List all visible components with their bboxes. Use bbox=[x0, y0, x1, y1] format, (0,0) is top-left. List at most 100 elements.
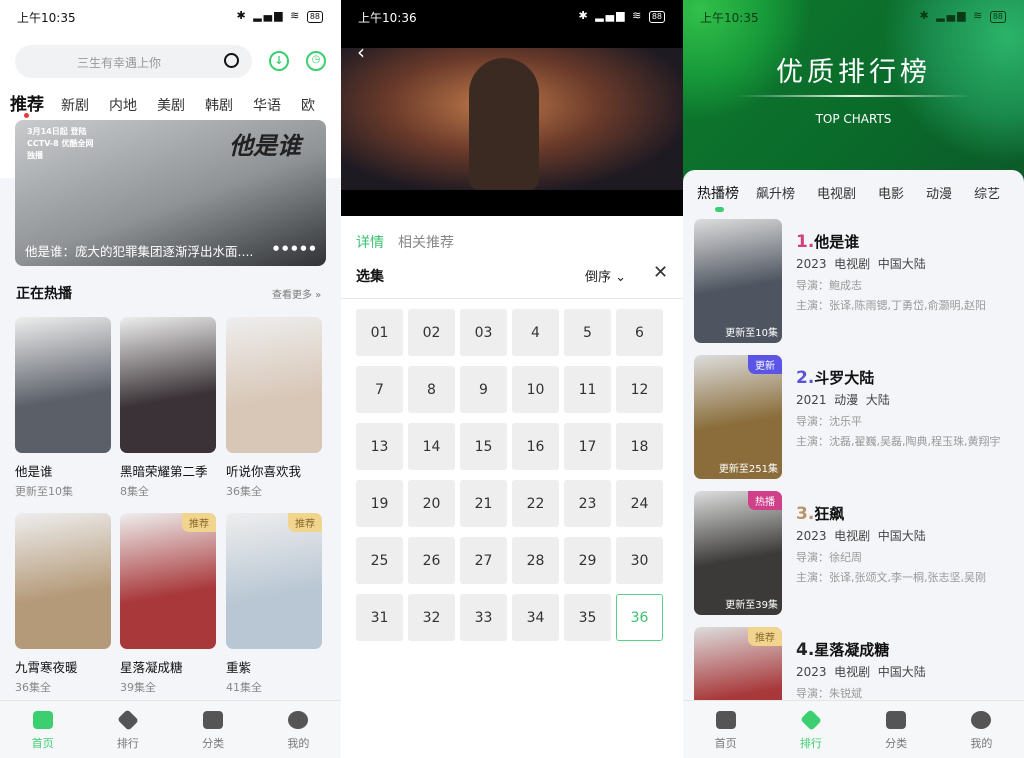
search-placeholder: 三生有幸遇上你 bbox=[77, 56, 162, 70]
episode-button[interactable]: 24 bbox=[616, 480, 663, 527]
episode-button[interactable]: 12 bbox=[616, 366, 663, 413]
ranking-title[interactable]: 4.星落凝成糖 bbox=[796, 639, 889, 660]
episode-button[interactable]: 10 bbox=[512, 366, 559, 413]
episode-button[interactable]: 18 bbox=[616, 423, 663, 470]
tab-6[interactable]: 欧 bbox=[301, 98, 315, 114]
episode-button[interactable]: 19 bbox=[356, 480, 403, 527]
ranking-title[interactable]: 2.斗罗大陆 bbox=[796, 367, 874, 388]
episode-button[interactable]: 7 bbox=[356, 366, 403, 413]
active-tab-dot bbox=[24, 113, 29, 118]
episode-button[interactable]: 33 bbox=[460, 594, 507, 641]
episode-button[interactable]: 8 bbox=[408, 366, 455, 413]
show-title[interactable]: 他是谁 bbox=[15, 461, 53, 480]
episode-button[interactable]: 21 bbox=[460, 480, 507, 527]
episode-button[interactable]: 20 bbox=[408, 480, 455, 527]
sort-order-dropdown[interactable]: 倒序 ⌄ bbox=[585, 266, 626, 285]
show-title[interactable]: 听说你喜欢我 bbox=[226, 461, 301, 480]
chart-tab-2[interactable]: 电视剧 bbox=[817, 187, 856, 202]
chart-tab-5[interactable]: 综艺 bbox=[974, 187, 1000, 202]
episode-button[interactable]: 02 bbox=[408, 309, 455, 356]
episode-button[interactable]: 35 bbox=[564, 594, 611, 641]
back-icon[interactable]: ‹ bbox=[357, 40, 365, 64]
tab-3[interactable]: 美剧 bbox=[157, 98, 185, 114]
episode-button[interactable]: 5 bbox=[564, 309, 611, 356]
show-title[interactable]: 九霄寒夜暖 bbox=[15, 657, 78, 676]
episode-button[interactable]: 14 bbox=[408, 423, 455, 470]
tab-2[interactable]: 内地 bbox=[109, 98, 137, 114]
search-input[interactable]: 三生有幸遇上你 bbox=[15, 45, 252, 78]
show-episode-status: 更新至10集 bbox=[15, 485, 73, 498]
episode-button[interactable]: 36 bbox=[616, 594, 663, 641]
nav-profile[interactable]: 我的 bbox=[256, 701, 341, 758]
show-poster[interactable]: 更新 更新至251集 bbox=[694, 355, 782, 479]
show-title[interactable]: 黑暗荣耀第二季 bbox=[120, 461, 208, 480]
download-icon[interactable]: ↓ bbox=[269, 51, 289, 71]
episode-button[interactable]: 13 bbox=[356, 423, 403, 470]
show-title[interactable]: 星落凝成糖 bbox=[120, 657, 183, 676]
ranking-title[interactable]: 3.狂飙 bbox=[796, 503, 844, 524]
episode-button[interactable]: 23 bbox=[564, 480, 611, 527]
ranking-title[interactable]: 1.他是谁 bbox=[796, 231, 859, 252]
episode-button[interactable]: 34 bbox=[512, 594, 559, 641]
episode-button[interactable]: 17 bbox=[564, 423, 611, 470]
chart-tab-3[interactable]: 电影 bbox=[878, 187, 904, 202]
episode-button[interactable]: 4 bbox=[512, 309, 559, 356]
show-poster[interactable] bbox=[15, 513, 111, 649]
episode-button[interactable]: 30 bbox=[616, 537, 663, 584]
episode-button[interactable]: 11 bbox=[564, 366, 611, 413]
see-more-link[interactable]: 查看更多 » bbox=[272, 286, 321, 301]
tab-1[interactable]: 新剧 bbox=[61, 98, 89, 114]
history-icon[interactable]: ◷ bbox=[306, 51, 326, 71]
episode-button[interactable]: 03 bbox=[460, 309, 507, 356]
ranking-item[interactable]: 更新 更新至251集 2.斗罗大陆 2021 动漫 大陆 导演：沈乐平 主演：沈磊,翟巍,… bbox=[694, 355, 1014, 479]
nav-category[interactable]: 分类 bbox=[854, 701, 939, 758]
episode-button[interactable]: 26 bbox=[408, 537, 455, 584]
ranking-item[interactable]: 热播 更新至39集 3.狂飙 2023 电视剧 中国大陆 导演：徐纪周 主演：张译,张颂文… bbox=[694, 491, 1014, 615]
episode-button[interactable]: 22 bbox=[512, 480, 559, 527]
episode-button[interactable]: 28 bbox=[512, 537, 559, 584]
close-icon[interactable]: ✕ bbox=[653, 262, 668, 283]
show-poster[interactable]: 推荐 bbox=[226, 513, 322, 649]
show-poster[interactable] bbox=[120, 317, 216, 453]
episode-button[interactable]: 6 bbox=[616, 309, 663, 356]
video-player[interactable] bbox=[341, 48, 683, 190]
tab-4[interactable]: 韩剧 bbox=[205, 98, 233, 114]
ranking-item[interactable]: 更新至10集 1.他是谁 2023 电视剧 中国大陆 导演：鲍成志 主演：张译,陈雨锶,… bbox=[694, 219, 1014, 343]
tab-0[interactable]: 推荐 bbox=[10, 95, 44, 115]
chart-tab-0[interactable]: 热播榜 bbox=[697, 186, 739, 202]
episode-button[interactable]: 15 bbox=[460, 423, 507, 470]
chart-tab-4[interactable]: 动漫 bbox=[926, 187, 952, 202]
show-title[interactable]: 重紫 bbox=[226, 657, 251, 676]
episode-button[interactable]: 29 bbox=[564, 537, 611, 584]
episode-button[interactable]: 31 bbox=[356, 594, 403, 641]
episode-button[interactable]: 9 bbox=[460, 366, 507, 413]
banner-carousel[interactable]: 3月14日起 登陆CCTV-8 优酷全网独播 他是谁 他是谁：庞大的犯罪集团逐渐… bbox=[15, 120, 326, 266]
nav-profile[interactable]: 我的 bbox=[939, 701, 1024, 758]
status-icons: ✱ ▂▄▆ ≋ 88 bbox=[920, 9, 1006, 23]
tab-details[interactable]: 详情 bbox=[356, 235, 384, 251]
show-poster[interactable]: 推荐 bbox=[120, 513, 216, 649]
show-meta: 2021 动漫 大陆 bbox=[796, 393, 890, 407]
show-poster[interactable] bbox=[15, 317, 111, 453]
show-poster[interactable]: 更新至10集 bbox=[694, 219, 782, 343]
carousel-dots[interactable]: ●●●●● bbox=[273, 244, 319, 252]
detail-tabs: 详情 相关推荐 bbox=[356, 232, 454, 252]
episode-button[interactable]: 32 bbox=[408, 594, 455, 641]
episode-button[interactable]: 16 bbox=[512, 423, 559, 470]
nav-ranking[interactable]: 排行 bbox=[768, 701, 853, 758]
chart-tab-1[interactable]: 飙升榜 bbox=[756, 187, 795, 202]
show-poster[interactable]: 热播 更新至39集 bbox=[694, 491, 782, 615]
nav-category[interactable]: 分类 bbox=[171, 701, 256, 758]
show-episode-status: 36集全 bbox=[226, 485, 262, 498]
nav-home[interactable]: 首页 bbox=[0, 701, 85, 758]
episode-button[interactable]: 01 bbox=[356, 309, 403, 356]
episode-button[interactable]: 27 bbox=[460, 537, 507, 584]
show-poster[interactable] bbox=[226, 317, 322, 453]
nav-ranking[interactable]: 排行 bbox=[85, 701, 170, 758]
episode-button[interactable]: 25 bbox=[356, 537, 403, 584]
search-icon[interactable] bbox=[224, 53, 239, 68]
nav-home[interactable]: 首页 bbox=[683, 701, 768, 758]
rank-number: 4. bbox=[796, 640, 815, 660]
tab-5[interactable]: 华语 bbox=[253, 98, 281, 114]
tab-related[interactable]: 相关推荐 bbox=[398, 235, 454, 251]
